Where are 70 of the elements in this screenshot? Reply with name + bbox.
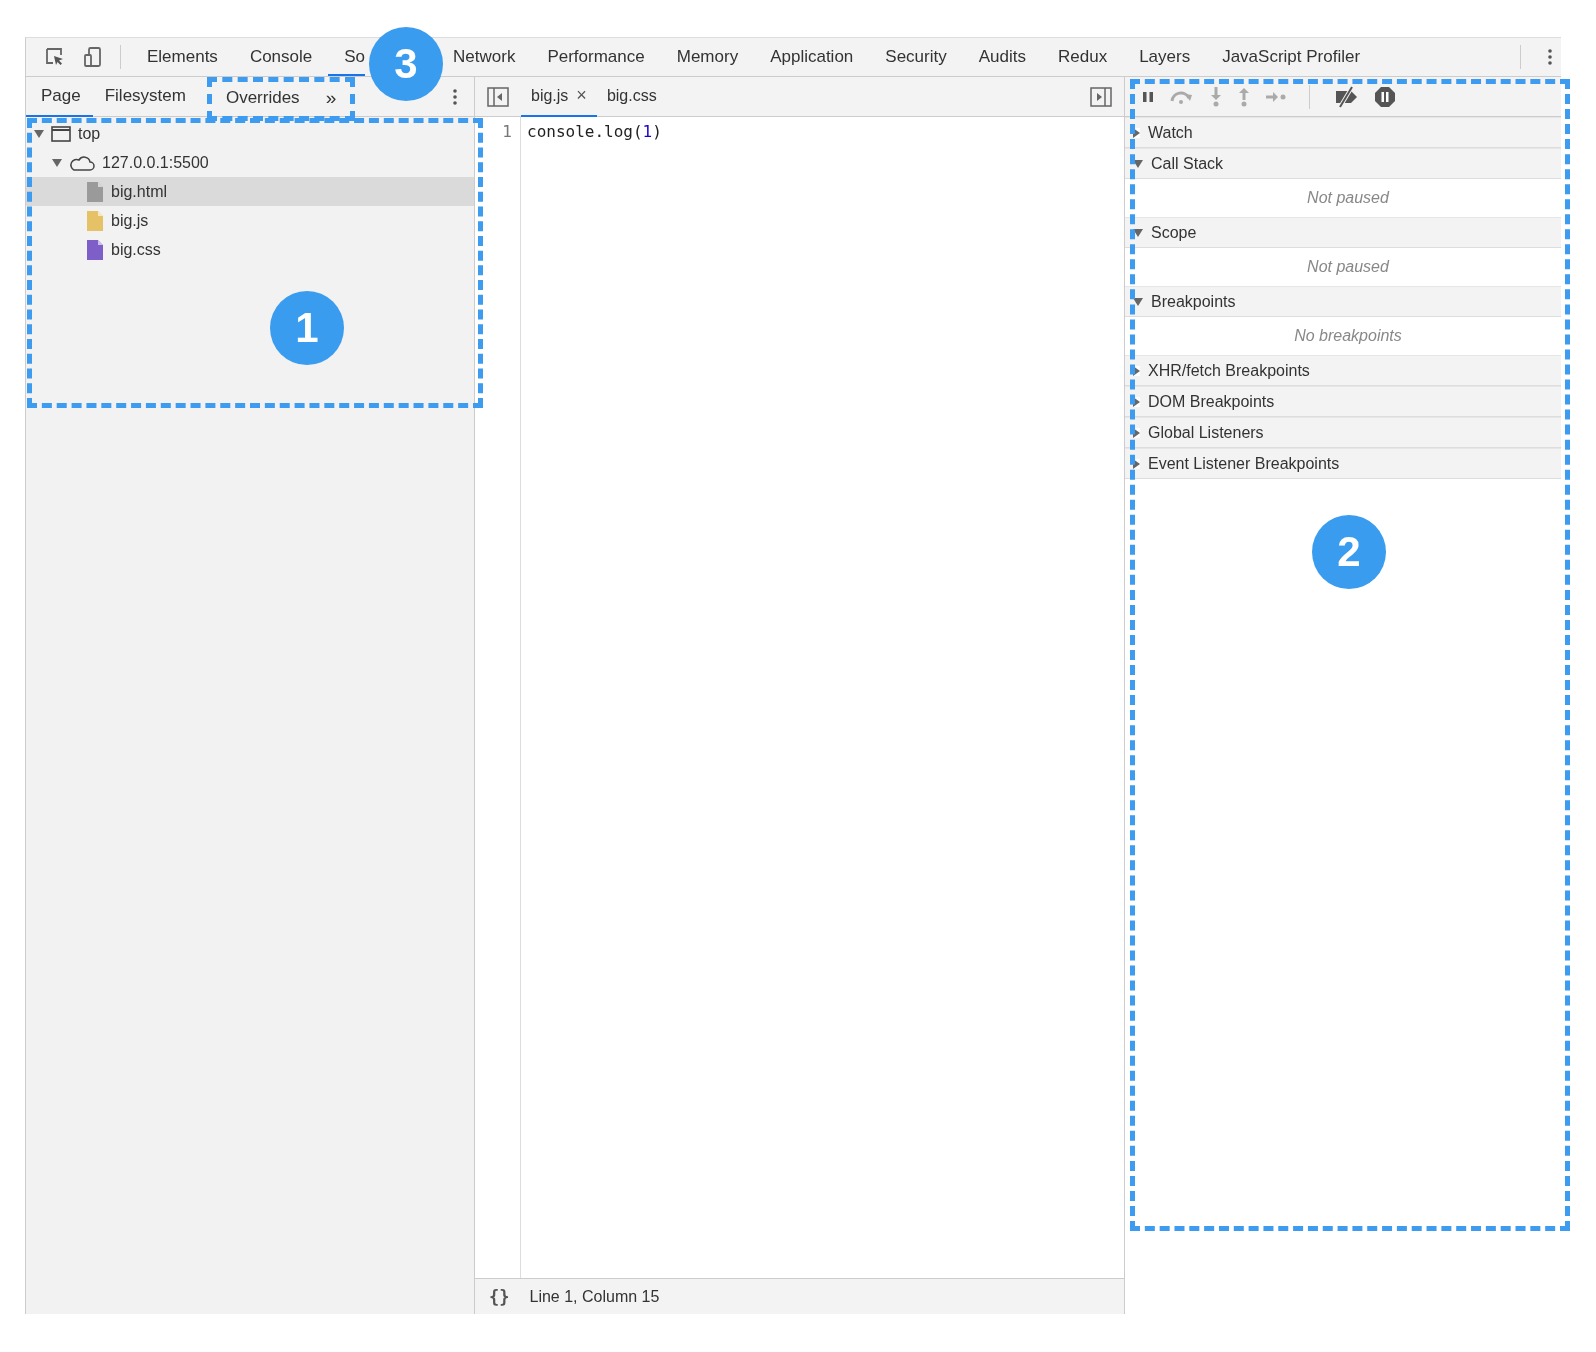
cloud-icon (69, 154, 95, 171)
tab-label: big.css (606, 86, 657, 105)
section-header[interactable]: Scope (1125, 217, 1561, 248)
file-name: big.js (111, 211, 149, 230)
expand-arrow-icon[interactable] (52, 158, 62, 167)
file-icon (86, 238, 104, 261)
section-title: Scope (1151, 223, 1197, 242)
close-button[interactable]: × (576, 85, 587, 106)
panel-tab[interactable]: Audits (962, 38, 1042, 76)
section-title: XHR/fetch Breakpoints (1148, 361, 1310, 380)
section-title: Call Stack (1151, 154, 1224, 173)
panel-tab[interactable]: Application (754, 38, 870, 76)
navigator-tab[interactable]: Filesystem (92, 76, 198, 117)
tree-label: 127.0.0.1:5500 (102, 153, 209, 172)
line-number: 1 (501, 121, 513, 143)
panel-tab[interactable]: Elements (131, 38, 234, 76)
section-header[interactable]: XHR/fetch Breakpoints (1125, 355, 1561, 386)
section-title: Watch (1148, 123, 1193, 142)
window-icon (51, 125, 71, 142)
pretty-print-button[interactable]: {} (489, 1286, 510, 1307)
expand-arrow-icon[interactable] (1133, 159, 1143, 168)
empty-message: No breakpoints (1294, 327, 1402, 345)
file-name: big.html (111, 182, 168, 201)
pause-on-exceptions-icon[interactable] (1374, 85, 1396, 108)
expand-arrow-icon[interactable] (1133, 297, 1143, 306)
file-tab[interactable]: big.css (596, 76, 667, 117)
empty-message: Not paused (1307, 258, 1389, 276)
section-header[interactable]: Global Listeners (1125, 417, 1561, 448)
toggle-debugger-icon[interactable] (1090, 86, 1112, 107)
section-header[interactable]: Event Listener Breakpoints (1125, 448, 1561, 479)
code-line: console.log(1) (527, 121, 662, 143)
navigator-tab[interactable]: Page (26, 76, 93, 117)
empty-message: Not paused (1307, 189, 1389, 207)
panel-tab[interactable]: Layers (1123, 38, 1207, 76)
file-item[interactable]: big.css (26, 235, 474, 264)
panel-tab[interactable]: JavaScript Profiler (1206, 38, 1377, 76)
pause-icon[interactable] (1141, 89, 1155, 104)
tree-item[interactable]: top (26, 119, 474, 148)
panel-tab[interactable]: Performance (531, 38, 661, 76)
panel-tab[interactable]: Console (233, 38, 329, 76)
file-icon (86, 209, 104, 232)
panel-tab[interactable]: Security (869, 38, 963, 76)
panel-tab[interactable]: Memory (660, 38, 755, 76)
tab-label: big.js (531, 86, 569, 105)
panel-tab[interactable]: Redux (1042, 38, 1124, 76)
more-options-icon[interactable] (1547, 47, 1553, 67)
section-header[interactable]: Watch (1125, 117, 1561, 148)
section-title: Global Listeners (1148, 423, 1264, 442)
more-tabs-button[interactable]: » (311, 83, 343, 114)
expand-arrow-icon[interactable] (1133, 228, 1143, 237)
toggle-navigator-icon[interactable] (487, 86, 509, 107)
expand-arrow-icon[interactable] (34, 129, 44, 138)
file-item[interactable]: big.html (26, 177, 474, 206)
section-title: Breakpoints (1151, 292, 1236, 311)
file-name: big.css (111, 240, 161, 259)
tree-label: top (78, 124, 101, 143)
section-header[interactable]: Breakpoints (1125, 286, 1561, 317)
more-options-icon[interactable] (452, 86, 458, 107)
cursor-position: Line 1, Column 15 (529, 1287, 660, 1306)
section-header[interactable]: Call Stack (1125, 148, 1561, 179)
device-toolbar-icon[interactable] (82, 46, 104, 68)
file-tab[interactable]: big.js × (521, 76, 597, 117)
section-title: DOM Breakpoints (1148, 392, 1275, 411)
panel-tab[interactable]: Network (449, 38, 532, 76)
section-header[interactable]: DOM Breakpoints (1125, 386, 1561, 417)
navigator-tab[interactable]: Overrides (217, 83, 312, 114)
file-item[interactable]: big.js (26, 206, 474, 235)
section-title: Event Listener Breakpoints (1148, 454, 1340, 473)
tree-item[interactable]: 127.0.0.1:5500 (26, 148, 474, 177)
file-icon (86, 180, 104, 203)
